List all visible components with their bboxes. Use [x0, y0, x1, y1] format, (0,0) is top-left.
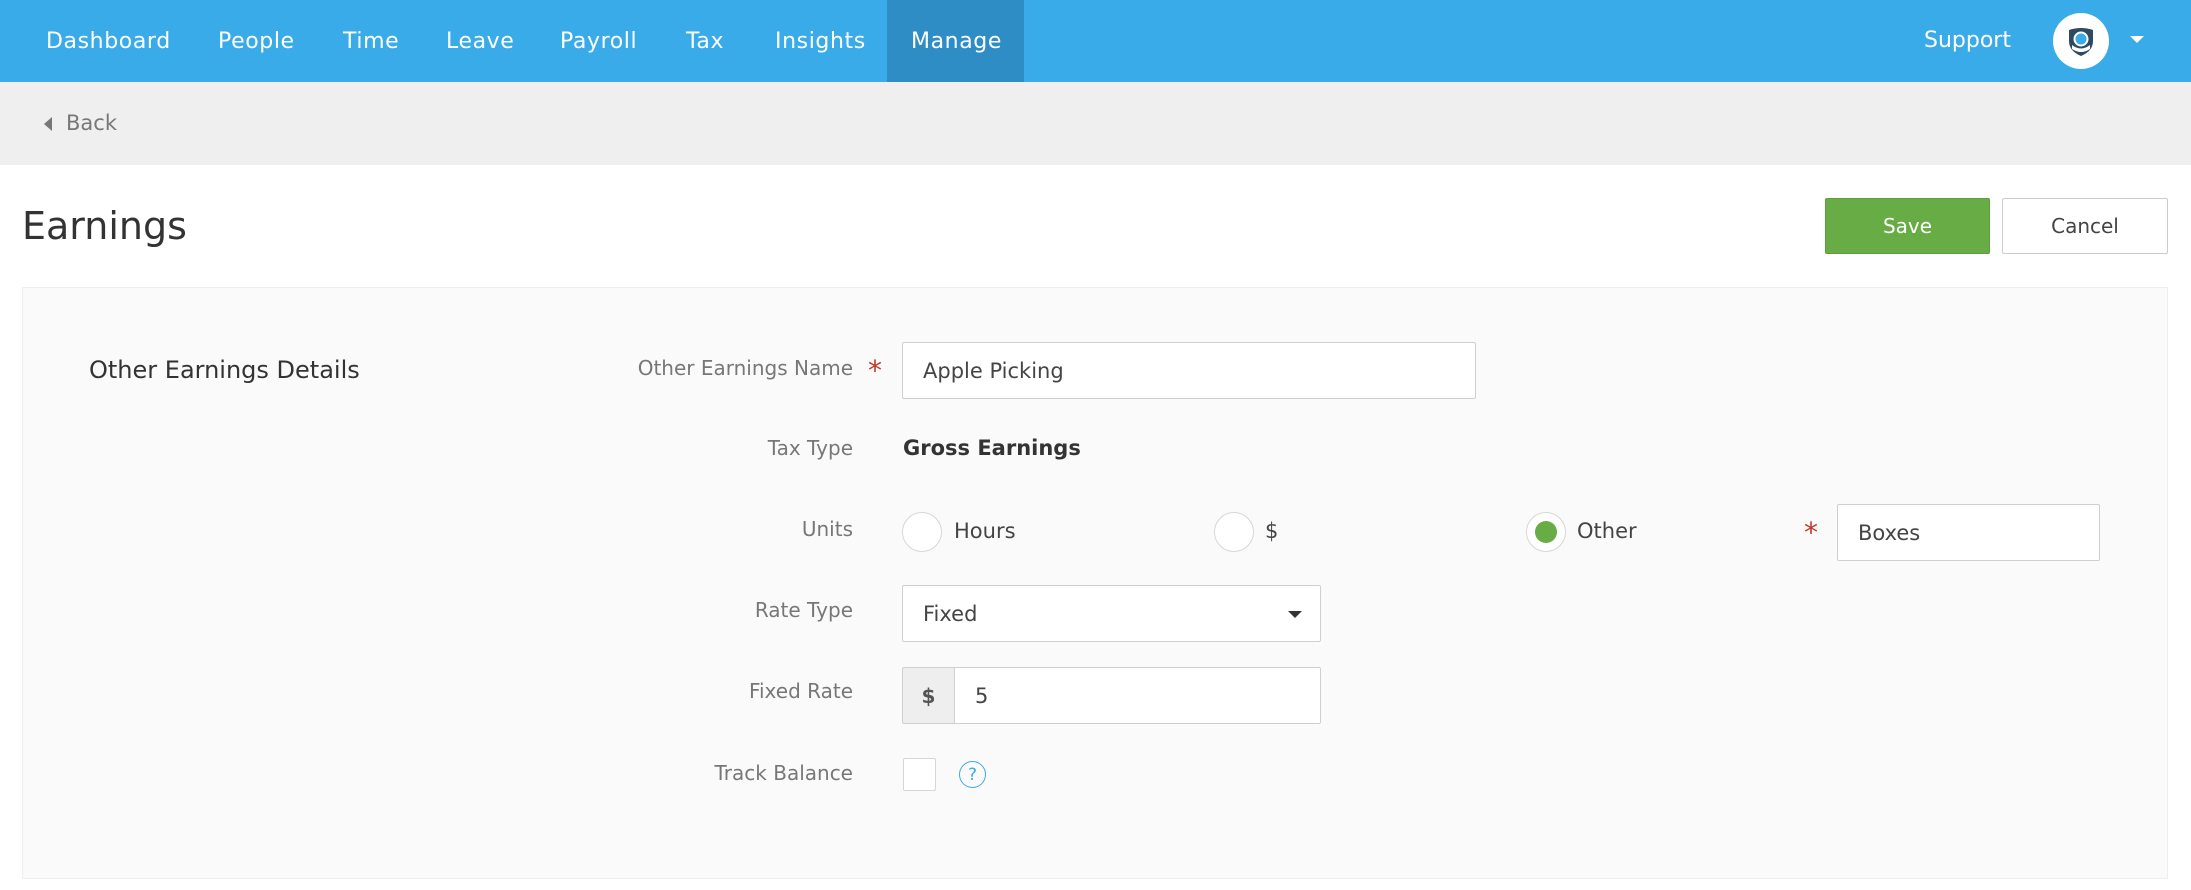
chevron-down-icon	[1288, 611, 1302, 618]
nav-insights[interactable]: Insights	[751, 0, 890, 82]
user-shield-icon	[2069, 28, 2093, 56]
units-radio-dollar-label: $	[1265, 519, 1279, 543]
nav-leave[interactable]: Leave	[422, 0, 538, 82]
units-radio-dollar[interactable]	[1214, 512, 1254, 552]
section-title: Other Earnings Details	[89, 356, 360, 384]
save-button[interactable]: Save	[1825, 198, 1990, 254]
back-label: Back	[66, 111, 117, 135]
required-asterisk: *	[868, 354, 882, 387]
page-title: Earnings	[22, 204, 187, 248]
nav-support[interactable]: Support	[1924, 0, 2011, 82]
earnings-name-label: Other Earnings Name	[637, 356, 853, 380]
nav-manage[interactable]: Manage	[887, 0, 1024, 82]
nav-people[interactable]: People	[194, 0, 319, 82]
nav-dashboard[interactable]: Dashboard	[22, 0, 195, 82]
fixed-rate-label: Fixed Rate	[748, 679, 853, 703]
units-radio-other-label: Other	[1577, 519, 1637, 543]
currency-addon: $	[902, 667, 955, 724]
required-asterisk: *	[1804, 516, 1818, 549]
caret-left-icon	[44, 116, 52, 131]
tax-type-label: Tax Type	[767, 436, 853, 460]
units-radio-other[interactable]	[1526, 512, 1566, 552]
help-icon[interactable]: ?	[959, 761, 986, 788]
rate-type-select[interactable]: Fixed	[902, 585, 1321, 642]
chevron-down-icon[interactable]	[2130, 36, 2144, 43]
units-radio-hours[interactable]	[902, 512, 942, 552]
radio-selected-dot	[1535, 521, 1557, 543]
top-nav: Dashboard People Time Leave Payroll Tax …	[0, 0, 2191, 82]
earnings-name-input[interactable]: Apple Picking	[902, 342, 1476, 399]
cancel-button[interactable]: Cancel	[2002, 198, 2168, 254]
units-other-input[interactable]: Boxes	[1837, 504, 2100, 561]
rate-type-label: Rate Type	[754, 598, 853, 622]
sub-bar	[0, 82, 2191, 165]
back-link[interactable]: Back	[44, 82, 117, 165]
tax-type-value: Gross Earnings	[903, 436, 1081, 460]
track-balance-checkbox[interactable]	[903, 758, 936, 791]
nav-tax[interactable]: Tax	[662, 0, 748, 82]
units-radio-hours-label: Hours	[954, 519, 1016, 543]
rate-type-value: Fixed	[923, 601, 978, 626]
nav-time[interactable]: Time	[319, 0, 423, 82]
units-label: Units	[801, 517, 853, 541]
fixed-rate-input[interactable]: 5	[954, 667, 1321, 724]
nav-payroll[interactable]: Payroll	[536, 0, 661, 82]
track-balance-label: Track Balance	[714, 761, 853, 785]
avatar[interactable]	[2053, 13, 2109, 69]
